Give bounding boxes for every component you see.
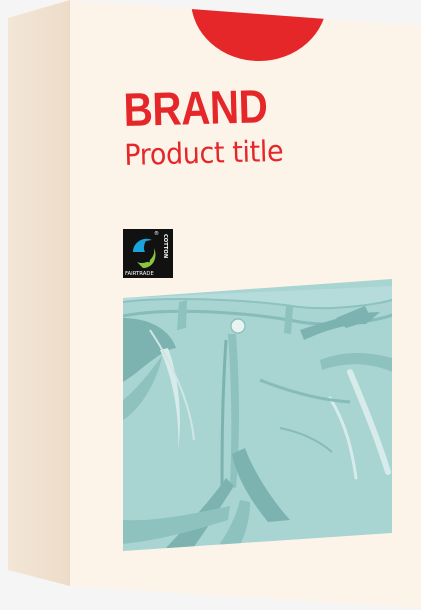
fairtrade-mark-icon: FAIRTRADE ® COTTON	[123, 229, 173, 278]
fairtrade-label: FAIRTRADE	[125, 271, 154, 277]
box-side-panel	[8, 0, 70, 586]
brand-name: BRAND	[122, 79, 269, 136]
denim-shorts-illustration	[123, 279, 392, 551]
registered-mark: ®	[154, 230, 159, 237]
cotton-label: COTTON	[162, 234, 168, 258]
product-title: Product title	[123, 133, 284, 172]
